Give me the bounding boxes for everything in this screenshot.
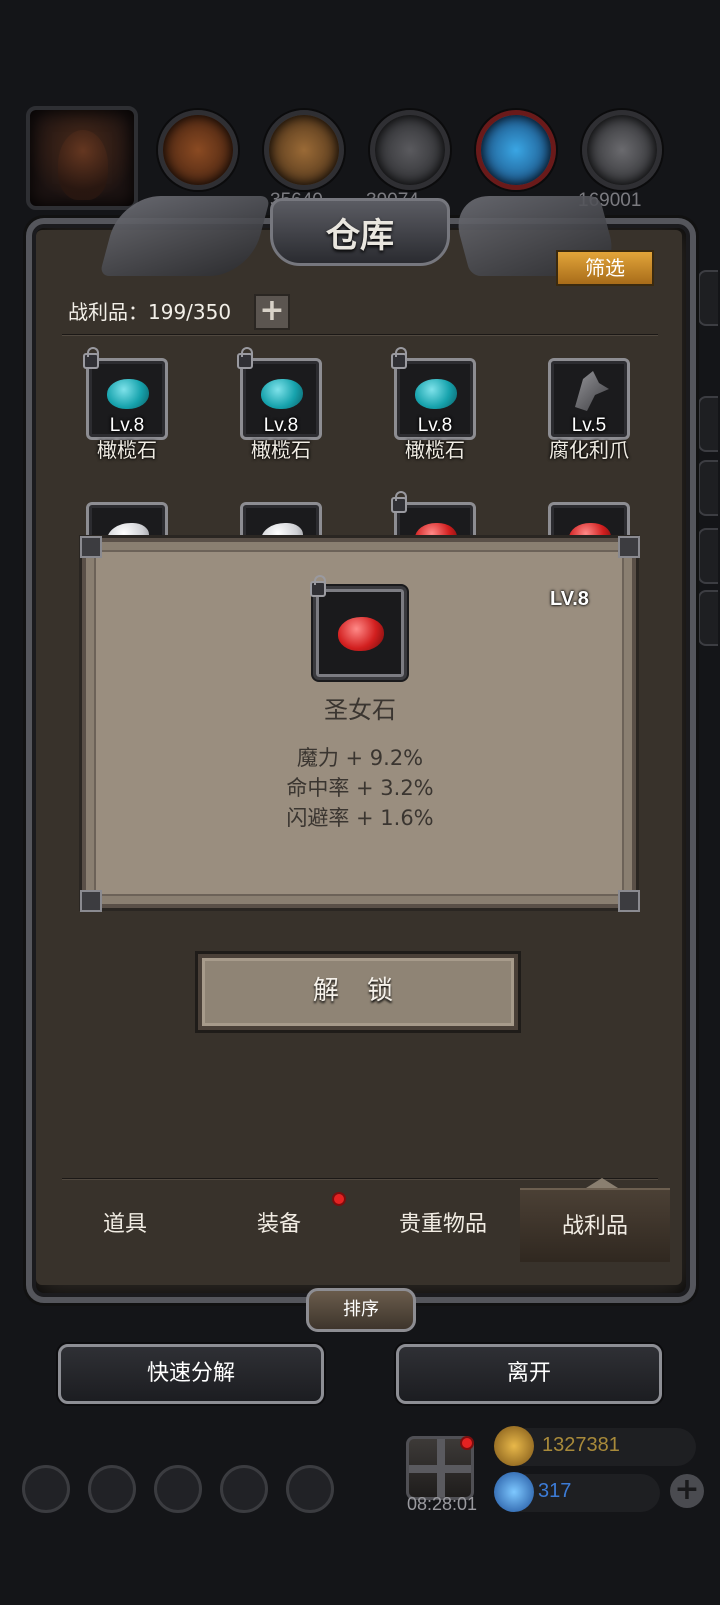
item-slot[interactable]: Lv.8 — [237, 347, 322, 440]
resource-orb-planks — [264, 110, 344, 190]
side-tab[interactable] — [698, 270, 718, 326]
category-tabs: 道具 装备 贵重物品 战利品 — [50, 1188, 670, 1262]
item-slot[interactable]: Lv.8 — [391, 347, 476, 440]
quick-decompose-button[interactable]: 快速分解 — [58, 1344, 324, 1404]
notification-badge — [332, 1192, 346, 1206]
olivine-gem-icon — [107, 379, 149, 409]
lock-icon — [310, 575, 326, 597]
tab-loot[interactable]: 战利品 — [520, 1188, 670, 1262]
gift-timer: 08:28:01 — [406, 1494, 478, 1514]
olivine-gem-icon — [261, 379, 303, 409]
tooltip-level: LV.8 — [550, 588, 589, 610]
settings-icon[interactable] — [22, 1465, 70, 1513]
resource-orb-wood — [158, 110, 238, 190]
page-title: 仓库 — [326, 216, 394, 256]
leave-button[interactable]: 离开 — [396, 1344, 662, 1404]
resource-orb-crystal — [476, 110, 556, 190]
tooltip-corner — [618, 890, 640, 912]
item-slot[interactable]: Lv.8 — [83, 347, 168, 440]
tab-items[interactable]: 道具 — [50, 1188, 200, 1262]
player-portrait[interactable] — [26, 106, 138, 210]
lock-icon — [391, 491, 407, 513]
tooltip-stat: 命中率 + 3.2% — [286, 776, 434, 800]
gold-amount: 1327381 — [542, 1434, 620, 1456]
achievement-icon[interactable] — [88, 1465, 136, 1513]
map-icon[interactable] — [154, 1465, 202, 1513]
item-name: 橄榄石 — [97, 438, 157, 462]
tooltip-corner — [80, 536, 102, 558]
mail-icon[interactable] — [220, 1465, 268, 1513]
item-name: 橄榄石 — [251, 438, 311, 462]
portrait-image — [58, 130, 108, 200]
lock-icon — [237, 347, 253, 369]
sort-button[interactable]: 排序 — [306, 1288, 416, 1332]
side-tab[interactable] — [698, 396, 718, 452]
tooltip-item-icon — [310, 575, 407, 680]
unlock-button[interactable]: 解 锁 — [198, 954, 518, 1030]
red-gem-icon — [338, 617, 384, 651]
diamond-amount: 317 — [538, 1480, 572, 1502]
tab-valuables[interactable]: 贵重物品 — [368, 1188, 518, 1262]
add-diamonds-button[interactable]: + — [670, 1474, 704, 1508]
gold-coin-icon — [494, 1426, 534, 1466]
divider — [62, 334, 658, 336]
filter-button[interactable]: 筛选 — [556, 250, 654, 286]
gift-badge — [460, 1436, 474, 1450]
claw-icon — [575, 371, 609, 411]
capacity-label: 战利品：199/350 — [68, 300, 232, 324]
olivine-gem-icon — [415, 379, 457, 409]
resource-orb-stone — [582, 110, 662, 190]
side-tab[interactable] — [698, 590, 718, 646]
item-name: 橄榄石 — [405, 438, 465, 462]
tooltip-stat: 闪避率 + 1.6% — [286, 806, 434, 830]
lock-icon — [391, 347, 407, 369]
lock-icon — [83, 347, 99, 369]
tooltip-item-name: 圣女石 — [324, 696, 396, 724]
side-tab[interactable] — [698, 528, 718, 584]
divider — [62, 1178, 658, 1180]
tooltip-stat: 魔力 + 9.2% — [296, 746, 424, 770]
tooltip-corner — [80, 890, 102, 912]
item-slot[interactable]: Lv.5 — [548, 358, 630, 440]
item-name: 腐化利爪 — [549, 438, 629, 462]
bag-icon[interactable] — [286, 1465, 334, 1513]
diamond-icon — [494, 1472, 534, 1512]
side-tab[interactable] — [698, 460, 718, 516]
expand-capacity-button[interactable]: + — [254, 294, 290, 330]
resource-orb-iron — [370, 110, 450, 190]
active-tab-caret — [586, 1178, 618, 1188]
tooltip-corner — [618, 536, 640, 558]
